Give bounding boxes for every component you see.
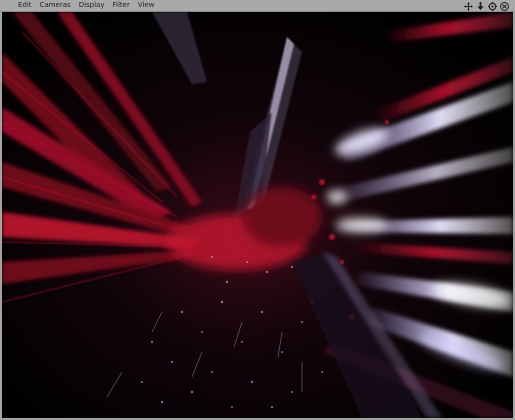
menu-filter[interactable]: Filter	[109, 0, 134, 11]
menu-cameras[interactable]: Cameras	[36, 0, 75, 11]
menu-view[interactable]: View	[134, 0, 159, 11]
toolbar-icons	[464, 0, 509, 12]
menubar: Edit Cameras Display Filter View	[0, 0, 515, 12]
app-window: Edit Cameras Display Filter View	[0, 0, 515, 420]
move-icon[interactable]	[464, 1, 473, 11]
menu: Edit Cameras Display Filter View	[0, 0, 158, 11]
render-viewport[interactable]	[2, 12, 513, 418]
render-canvas	[2, 12, 513, 418]
menu-display[interactable]: Display	[75, 0, 109, 11]
close-icon[interactable]	[500, 1, 509, 11]
settings-icon[interactable]	[488, 1, 497, 11]
menu-edit[interactable]: Edit	[14, 0, 36, 11]
download-icon[interactable]	[476, 1, 485, 11]
